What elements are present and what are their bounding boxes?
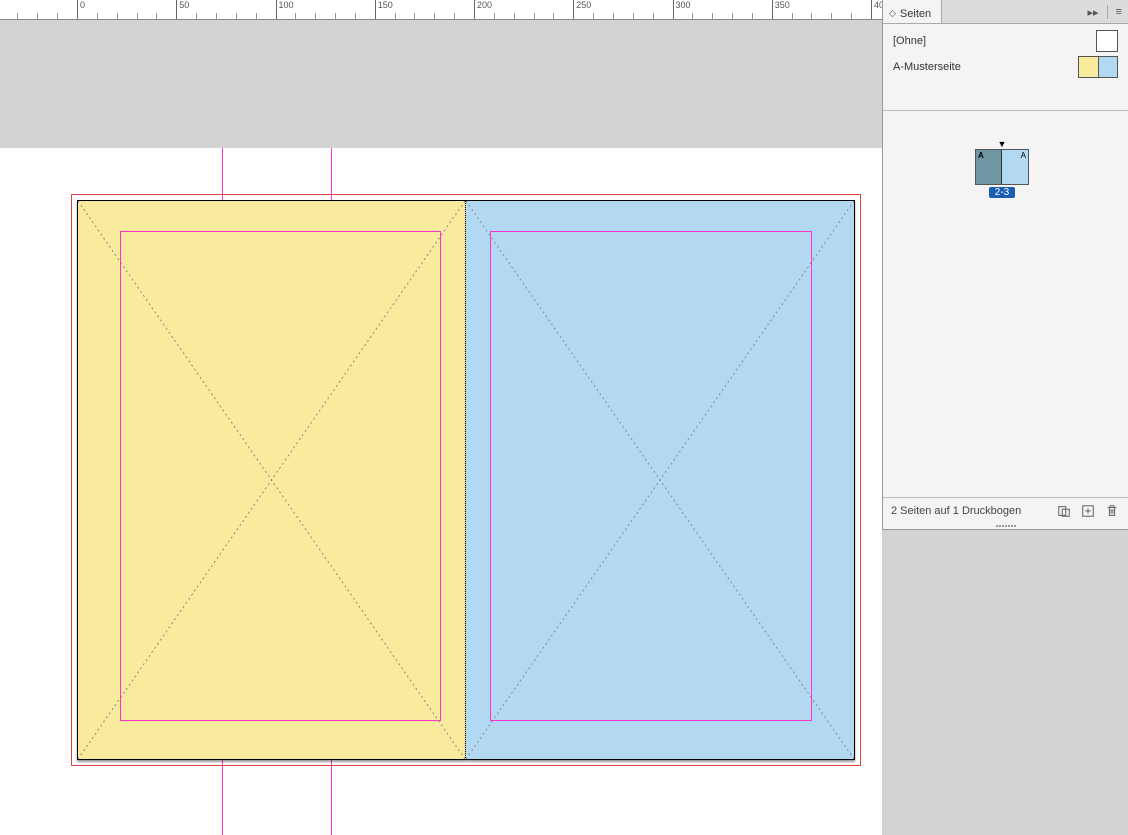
ruler-tick-minor (792, 13, 793, 19)
ruler-tick-minor (653, 13, 654, 19)
ruler-tick-minor (97, 13, 98, 19)
ruler-tick-minor (434, 13, 435, 19)
ruler-tick-minor (494, 13, 495, 19)
ruler-tick-minor (613, 13, 614, 19)
ruler-tick-minor (553, 13, 554, 19)
document-workspace[interactable] (0, 20, 882, 835)
edit-page-size-icon[interactable] (1056, 503, 1072, 519)
master-none-label: [Ohne] (893, 35, 926, 47)
ruler-tick-major: 200 (474, 0, 492, 20)
ruler-tick-major: 50 (176, 0, 189, 20)
ruler-tick-minor (534, 13, 535, 19)
master-indicator-left: A (978, 151, 984, 160)
ruler-tick-major: 400 (871, 0, 882, 20)
panel-tab-bar: ◇ Seiten ▸▸ ≡ (883, 0, 1128, 24)
ruler-tick-minor (593, 13, 594, 19)
ruler-tick-major: 150 (375, 0, 393, 20)
insert-marker-icon: ▼ (975, 139, 1029, 149)
margin-guide (120, 231, 441, 721)
separator (1107, 5, 1108, 19)
ruler-tick-minor (851, 13, 852, 19)
ruler-tick-minor (811, 13, 812, 19)
page-right[interactable] (466, 200, 855, 760)
pages-panel: ◇ Seiten ▸▸ ≡ [Ohne] A-Musterseite ▼ (882, 0, 1128, 530)
master-a-label: A-Musterseite (893, 61, 961, 73)
pages-thumbnail-area[interactable]: ▼ A A 2-3 (883, 111, 1128, 497)
master-none-thumb[interactable] (1096, 30, 1118, 52)
ruler-tick-major: 300 (673, 0, 691, 20)
master-thumb-right (1099, 57, 1118, 77)
pages-tab-label: Seiten (900, 8, 931, 20)
spread-thumbnail[interactable]: ▼ A A 2-3 (975, 139, 1029, 198)
pages-tab[interactable]: ◇ Seiten (883, 0, 942, 23)
master-pages-section: [Ohne] A-Musterseite (883, 24, 1128, 111)
panel-resize-grip[interactable] (883, 523, 1128, 529)
ruler-tick-minor (712, 13, 713, 19)
panel-status-text: 2 Seiten auf 1 Druckbogen (891, 505, 1021, 517)
ruler-tick-major: 250 (573, 0, 591, 20)
page-thumb-left[interactable]: A (976, 150, 1002, 184)
ruler-tick-minor (335, 13, 336, 19)
page-thumb-right[interactable]: A (1002, 150, 1028, 184)
ruler-tick-minor (395, 13, 396, 19)
ruler-tick-minor (355, 13, 356, 19)
ruler-tick-minor (692, 13, 693, 19)
page-range-badge: 2-3 (989, 187, 1015, 198)
margin-guide (490, 231, 812, 721)
expand-collapse-icon: ◇ (889, 8, 896, 19)
ruler-tick-minor (117, 13, 118, 19)
collapse-panel-icon[interactable]: ▸▸ (1088, 6, 1099, 19)
panel-footer: 2 Seiten auf 1 Druckbogen (883, 497, 1128, 523)
panel-menu-icon[interactable]: ≡ (1116, 6, 1122, 18)
ruler-tick-major: 350 (772, 0, 790, 20)
master-a-thumb[interactable] (1078, 56, 1118, 78)
ruler-tick-minor (137, 13, 138, 19)
ruler-tick-minor (633, 13, 634, 19)
page-left[interactable] (77, 200, 466, 760)
master-indicator-right: A (1021, 151, 1026, 160)
ruler-tick-minor (414, 13, 415, 19)
new-page-icon[interactable] (1080, 503, 1096, 519)
master-a-row[interactable]: A-Musterseite (883, 54, 1128, 80)
page-spread[interactable] (77, 200, 855, 760)
ruler-tick-minor (295, 13, 296, 19)
horizontal-ruler[interactable]: 0 50 100 150 200 250 300 350 400 (0, 0, 882, 20)
ruler-tick-major: 100 (276, 0, 294, 20)
ruler-tick-minor (156, 13, 157, 19)
master-thumb-left (1079, 57, 1099, 77)
ruler-tick-minor (514, 13, 515, 19)
ruler-tick-minor (216, 13, 217, 19)
ruler-tick-major: 0 (77, 0, 85, 20)
delete-page-icon[interactable] (1104, 503, 1120, 519)
ruler-tick-minor (454, 13, 455, 19)
ruler-tick-minor (732, 13, 733, 19)
ruler-tick-minor (256, 13, 257, 19)
ruler-tick-minor (236, 13, 237, 19)
ruler-tick-minor (196, 13, 197, 19)
master-none-row[interactable]: [Ohne] (883, 28, 1128, 54)
ruler-tick-minor (315, 13, 316, 19)
ruler-tick-minor (752, 13, 753, 19)
pasteboard (0, 148, 882, 835)
ruler-tick-minor (831, 13, 832, 19)
